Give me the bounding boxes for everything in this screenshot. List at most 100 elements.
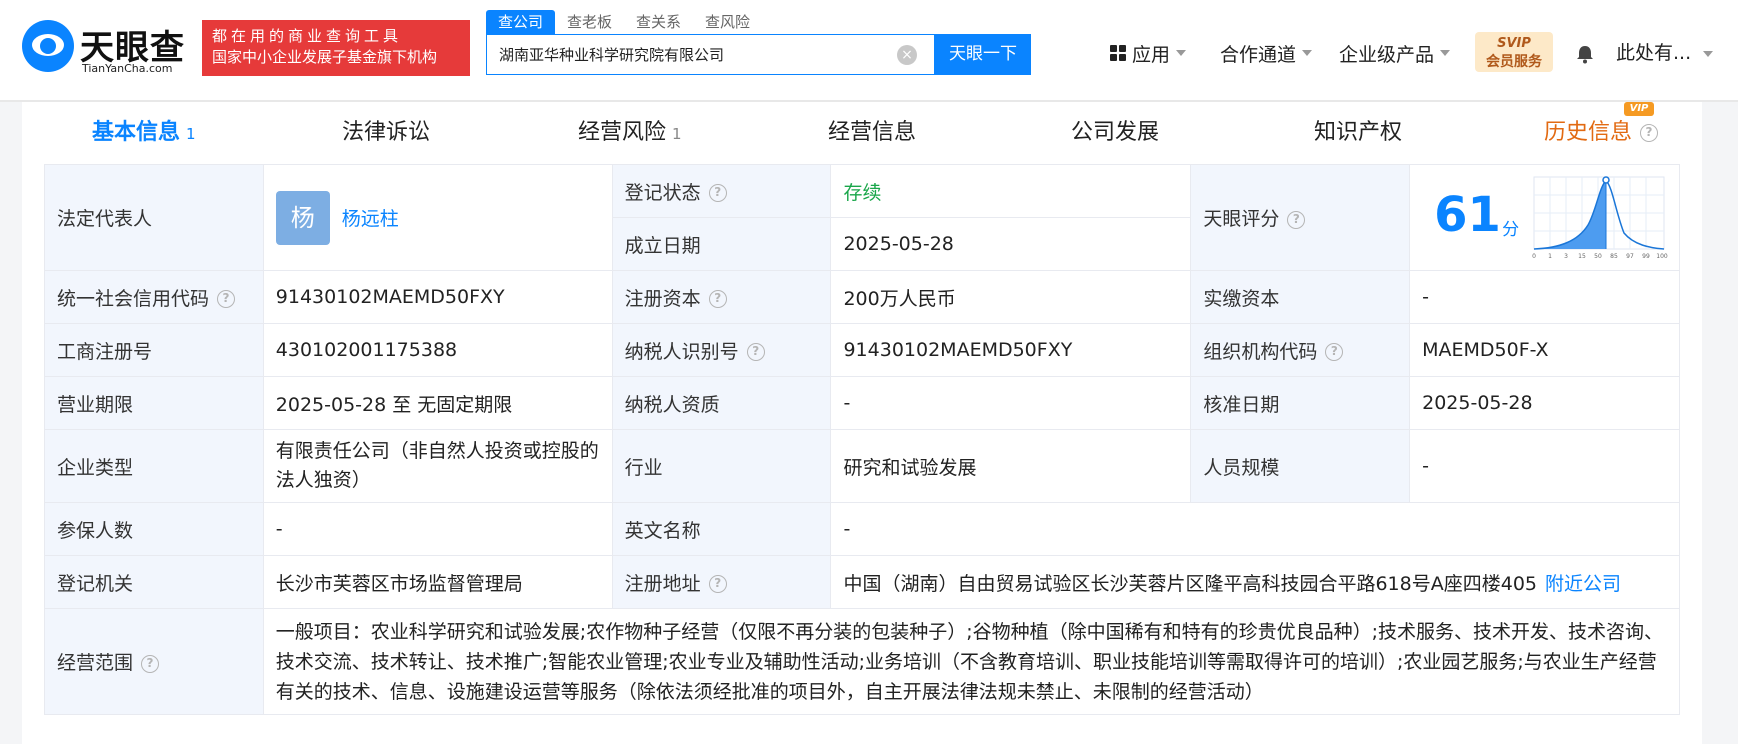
chevron-down-icon [1440, 50, 1451, 56]
reg-capital-value: 200万人民币 [830, 270, 1192, 324]
score-value: 61 [1434, 187, 1501, 243]
score-cell[interactable]: 61 分 0 1 3 15 50 85 97 99 100 [1409, 164, 1680, 271]
bell-icon[interactable] [1575, 44, 1595, 64]
tab-basic-info[interactable]: 基本信息 1 [92, 102, 196, 164]
insured-label: 参保人数 [44, 502, 264, 556]
nearby-companies-link[interactable]: 附近公司 [1545, 573, 1621, 595]
user-menu[interactable]: 此处有... [1616, 38, 1714, 65]
score-axis-tick: 100 [1656, 253, 1668, 260]
svip-badge[interactable]: SVIP 会员服务 [1475, 32, 1553, 72]
clear-icon[interactable]: × [897, 45, 917, 65]
search-input[interactable] [487, 35, 887, 74]
help-icon[interactable]: ? [708, 290, 727, 308]
biz-reg-no-label: 工商注册号 [44, 323, 264, 377]
nav-channel[interactable]: 合作通道 [1220, 38, 1313, 68]
insured-value: - [262, 502, 613, 556]
table-row: 企业类型 有限责任公司（非自然人投资或控股的法人独资） 行业 研究和试验发展 人… [44, 429, 1680, 503]
search-tab-boss[interactable]: 查老板 [555, 10, 624, 34]
score-axis-tick: 3 [1564, 253, 1568, 260]
scope-label: 经营范围 [57, 652, 134, 674]
top-header: 天眼查 TianYanCha.com 都在用的商业查询工具 国家中小企业发展子基… [0, 0, 1738, 100]
tab-legal[interactable]: 法律诉讼 [342, 102, 430, 164]
logo-subtitle: TianYanCha.com [82, 62, 173, 75]
help-icon[interactable]: ? [708, 575, 727, 593]
score-label: 天眼评分 [1203, 208, 1280, 230]
nav-enterprise[interactable]: 企业级产品 [1339, 38, 1451, 68]
english-name-label: 英文名称 [611, 502, 832, 556]
credit-code-label-cell: 统一社会信用代码? [44, 270, 264, 324]
legal-rep-label: 法定代表人 [44, 164, 264, 271]
tab-ip[interactable]: 知识产权 [1314, 102, 1402, 164]
tab-label: 法律诉讼 [342, 120, 431, 145]
score-unit: 分 [1502, 220, 1520, 240]
reg-status-value: 存续 [830, 164, 1192, 218]
nav-enterprise-label: 企业级产品 [1339, 43, 1435, 66]
tianyancha-logo[interactable]: 天眼查 TianYanCha.com [22, 20, 194, 76]
company-type-label: 企业类型 [44, 429, 264, 503]
section-tabs: 基本信息 1 法律诉讼 经营风险 1 经营信息 公司发展 知识产权 历史信息? VI… [22, 102, 1702, 164]
help-icon[interactable]: ? [708, 184, 727, 202]
biz-reg-no-value: 430102001175388 [262, 323, 613, 377]
scope-value: 一般项目：农业科学研究和试验发展;农作物种子经营（仅限不再分装的包装种子）;谷物… [262, 608, 1681, 715]
chevron-down-icon [1176, 50, 1187, 56]
tab-label: 基本信息 [92, 120, 181, 145]
search-tab-company[interactable]: 查公司 [486, 10, 556, 34]
tab-label: 历史信息 [1544, 120, 1633, 145]
nav-apps[interactable]: 应用 [1110, 38, 1187, 68]
help-icon[interactable]: ? [746, 343, 765, 361]
eye-logo-icon [22, 20, 74, 72]
basic-info-card: 法定代表人 杨杨远柱 登记状态? 存续 天眼评分? 61 分 0 1 3 15 … [22, 164, 1702, 744]
tab-biz-risk[interactable]: 经营风险 1 [578, 102, 682, 164]
org-code-label: 组织机构代码 [1203, 340, 1318, 363]
help-icon[interactable]: ? [217, 290, 236, 308]
basic-info-table: 法定代表人 杨杨远柱 登记状态? 存续 天眼评分? 61 分 0 1 3 15 … [44, 164, 1681, 715]
help-icon[interactable]: ? [1325, 343, 1344, 361]
user-name: 此处有... [1616, 42, 1692, 64]
nav-apps-label: 应用 [1132, 43, 1171, 66]
tab-label: 经营风险 [578, 120, 667, 145]
approve-date-label: 核准日期 [1190, 376, 1411, 430]
help-icon[interactable]: ? [1640, 124, 1659, 142]
reg-authority-label: 登记机关 [44, 555, 264, 609]
score-label-cell: 天眼评分? [1190, 164, 1411, 271]
table-row: 法定代表人 杨杨远柱 登记状态? 存续 天眼评分? 61 分 0 1 3 15 … [44, 164, 1680, 271]
search-button[interactable]: 天眼一下 [935, 34, 1031, 75]
table-row: 参保人数 - 英文名称 - [44, 502, 1680, 556]
chevron-down-icon [1703, 50, 1714, 57]
search-tab-relation[interactable]: 查关系 [624, 10, 693, 34]
reg-address-value: 中国（湖南）自由贸易试验区长沙芙蓉片区隆平高科技园合平路618号A座四楼405 [843, 572, 1537, 595]
tab-label: 公司发展 [1071, 120, 1160, 145]
tab-development[interactable]: 公司发展 [1071, 102, 1159, 164]
credit-code-value: 91430102MAEMD50FXY [262, 270, 613, 324]
tab-biz-info[interactable]: 经营信息 [828, 102, 916, 164]
score-axis-tick: 1 [1548, 253, 1552, 260]
approve-date-value: 2025-05-28 [1409, 376, 1680, 430]
taxpayer-id-value: 91430102MAEMD50FXY [830, 323, 1192, 377]
reg-authority-value: 长沙市芙蓉区市场监督管理局 [262, 555, 613, 609]
org-code-value: MAEMD50F-X [1409, 323, 1680, 377]
found-date-value: 2025-05-28 [830, 217, 1192, 271]
score-axis-tick: 15 [1578, 253, 1586, 260]
credit-code-label: 统一社会信用代码 [57, 287, 210, 310]
promo-banner[interactable]: 都在用的商业查询工具 国家中小企业发展子基金旗下机构 [202, 20, 470, 76]
help-icon[interactable]: ? [141, 654, 160, 673]
org-code-label-cell: 组织机构代码? [1190, 323, 1411, 377]
score-axis-tick: 97 [1626, 253, 1634, 260]
help-icon[interactable]: ? [1287, 210, 1306, 229]
tab-label: 知识产权 [1314, 120, 1403, 145]
table-row: 统一社会信用代码? 91430102MAEMD50FXY 注册资本? 200万人… [44, 270, 1680, 324]
industry-label: 行业 [611, 429, 832, 503]
search-tab-risk[interactable]: 查风险 [693, 10, 762, 34]
tab-label: 经营信息 [828, 120, 917, 145]
table-row: 经营范围? 一般项目：农业科学研究和试验发展;农作物种子经营（仅限不再分装的包装… [44, 608, 1681, 715]
taxpayer-id-label-cell: 纳税人识别号? [611, 323, 832, 377]
table-row: 营业期限 2025-05-28 至 无固定期限 纳税人资质 - 核准日期 202… [44, 376, 1680, 430]
biz-term-value: 2025-05-28 至 无固定期限 [262, 376, 613, 430]
industry-value: 研究和试验发展 [830, 429, 1192, 503]
reg-status-label-cell: 登记状态? [611, 164, 832, 218]
reg-address-label-cell: 注册地址? [611, 555, 832, 609]
tab-count: 1 [186, 125, 196, 143]
avatar[interactable]: 杨 [275, 190, 330, 245]
banner-line2: 国家中小企业发展子基金旗下机构 [212, 48, 438, 66]
legal-rep-name[interactable]: 杨远柱 [342, 208, 399, 230]
